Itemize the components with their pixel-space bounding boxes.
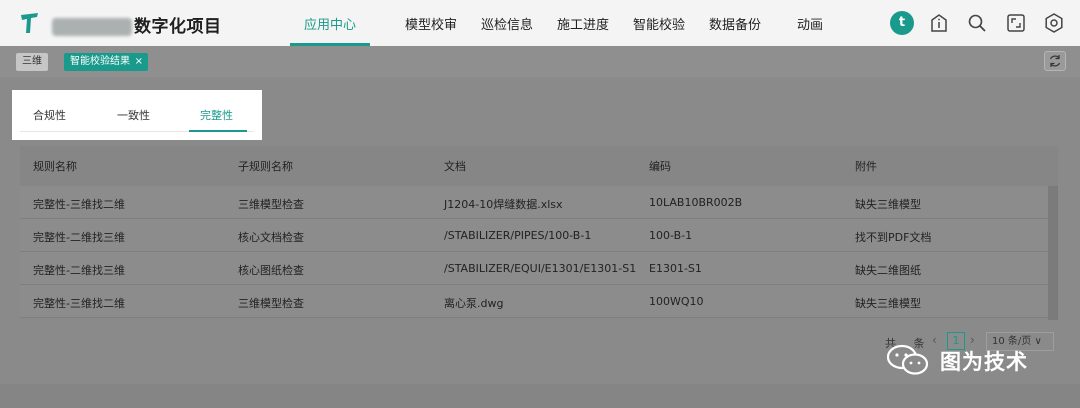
search-icon[interactable]	[966, 12, 988, 34]
cell-code: 100-B-1	[649, 229, 693, 242]
nav-app-center[interactable]: 应用中心	[304, 14, 356, 33]
cell-code: 10LAB10BR002B	[649, 196, 743, 209]
fullscreen-icon[interactable]	[1005, 12, 1027, 34]
nav-inspection-info[interactable]: 巡检信息	[481, 14, 533, 33]
page-tab-bar: 三维 智能校验结果 ×	[0, 46, 1080, 77]
table-row[interactable]: 完整性-二维找三维 核心文档检查 /STABILIZER/PIPES/100-B…	[20, 219, 1058, 252]
column-header-document[interactable]: 文档	[444, 158, 466, 174]
cell-document[interactable]: /STABILIZER/PIPES/100-B-1	[444, 229, 591, 242]
table-row[interactable]: 完整性-三维找二维 三维模型检查 J1204-10焊缝数据.xlsx 10LAB…	[20, 186, 1058, 219]
column-header-code[interactable]: 编码	[649, 158, 671, 174]
cell-code: 100WQ10	[649, 295, 704, 308]
watermark-text: 图为技术	[940, 350, 1028, 374]
refresh-icon	[1049, 55, 1061, 67]
project-title: 数字化项目	[52, 12, 222, 37]
cell-subrule-name: 核心文档检查	[238, 231, 304, 244]
cell-rule-name: 完整性-二维找三维	[33, 264, 125, 277]
cell-attachment: 缺失三维模型	[855, 297, 921, 310]
nav-model-review[interactable]: 模型校审	[405, 14, 457, 33]
cell-attachment: 缺失二维图纸	[855, 264, 921, 277]
settings-icon[interactable]	[1043, 12, 1065, 34]
column-header-subrule-name[interactable]: 子规则名称	[238, 158, 293, 174]
redacted-project-name	[52, 18, 132, 36]
table-scrollbar[interactable]	[1048, 186, 1058, 320]
info-icon[interactable]	[928, 12, 950, 34]
tab-completeness[interactable]: 完整性	[200, 107, 233, 123]
tab-consistency[interactable]: 一致性	[117, 107, 150, 123]
tab-smart-check-result[interactable]: 智能校验结果 ×	[64, 53, 148, 71]
page-footer-band	[0, 384, 1080, 408]
table-header: 规则名称 子规则名称 文档 编码 附件	[20, 146, 1058, 186]
cell-attachment: 找不到PDF文档	[855, 231, 932, 244]
cell-attachment: 缺失三维模型	[855, 198, 921, 211]
nav-animation[interactable]: 动画	[797, 14, 823, 33]
cell-rule-name: 完整性-三维找二维	[33, 297, 125, 310]
tab-smart-check-result-label: 智能校验结果	[70, 56, 130, 67]
app-logo-icon	[21, 13, 38, 33]
app-header: 数字化项目 应用中心 模型校审 巡检信息 施工进度 智能校验 数据备份 动画 t	[0, 0, 1080, 46]
nav-smart-check[interactable]: 智能校验	[633, 14, 685, 33]
check-type-tabs: 合规性 一致性 完整性	[12, 90, 262, 140]
tab-compliance[interactable]: 合规性	[33, 107, 66, 123]
refresh-button[interactable]	[1044, 51, 1066, 71]
tab-active-indicator	[189, 130, 247, 132]
wechat-watermark-icon	[886, 344, 929, 375]
cell-rule-name: 完整性-二维找三维	[33, 231, 125, 244]
close-icon[interactable]: ×	[135, 53, 143, 71]
tab-3d[interactable]: 三维	[16, 53, 48, 71]
nav-data-backup[interactable]: 数据备份	[709, 14, 761, 33]
pagination-next-button[interactable]: ›	[970, 333, 975, 347]
table-row[interactable]: 完整性-三维找二维 三维模型检查 离心泵.dwg 100WQ10 缺失三维模型	[20, 285, 1058, 318]
cell-document[interactable]: /STABILIZER/EQUI/E1301/E1301-S1	[444, 262, 636, 275]
column-header-rule-name[interactable]: 规则名称	[33, 158, 77, 174]
project-title-text: 数字化项目	[134, 17, 222, 37]
table-row[interactable]: 完整性-二维找三维 核心图纸检查 /STABILIZER/EQUI/E1301/…	[20, 252, 1058, 285]
cell-rule-name: 完整性-三维找二维	[33, 198, 125, 211]
cell-subrule-name: 三维模型检查	[238, 297, 304, 310]
cell-document[interactable]: J1204-10焊缝数据.xlsx	[444, 196, 563, 212]
user-avatar[interactable]: t	[890, 11, 914, 35]
cell-subrule-name: 核心图纸检查	[238, 264, 304, 277]
cell-document[interactable]: 离心泵.dwg	[444, 295, 503, 311]
nav-construction-progress[interactable]: 施工进度	[557, 14, 609, 33]
cell-subrule-name: 三维模型检查	[238, 198, 304, 211]
cell-code: E1301-S1	[649, 262, 702, 275]
results-table: 规则名称 子规则名称 文档 编码 附件 完整性-三维找二维 三维模型检查 J12…	[20, 146, 1058, 318]
column-header-attachment[interactable]: 附件	[855, 158, 877, 174]
